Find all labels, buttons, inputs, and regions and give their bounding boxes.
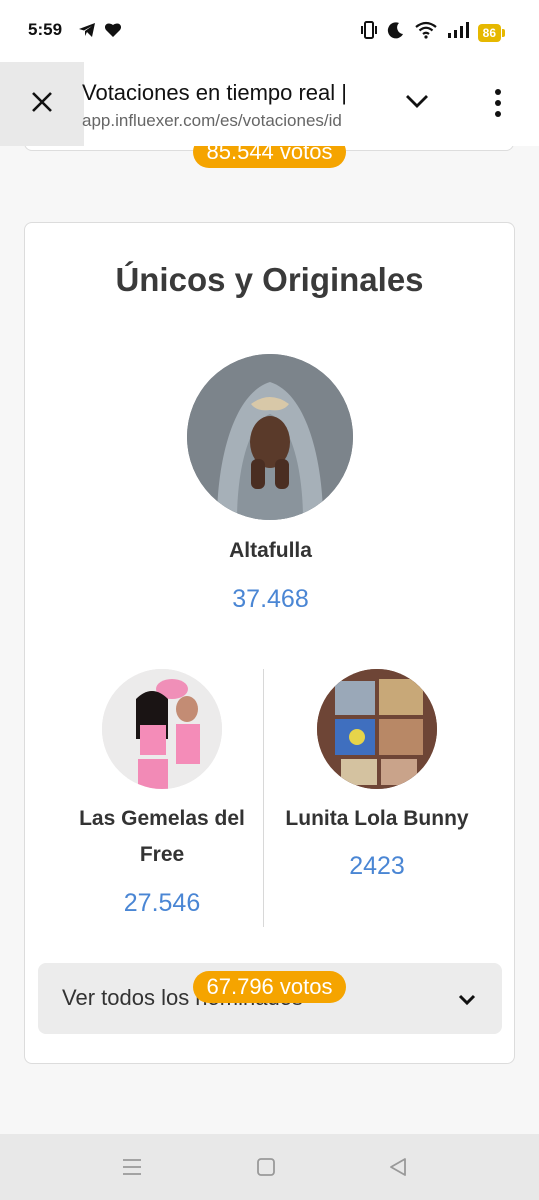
status-bar: 5:59 86 bbox=[0, 0, 539, 62]
total-votes-badge: 67.796 votos bbox=[192, 971, 347, 1003]
chevron-down-icon[interactable] bbox=[404, 92, 430, 115]
winner-avatar bbox=[187, 354, 353, 520]
page-url[interactable]: app.influexer.com/es/votaciones/id bbox=[82, 111, 378, 131]
chevron-down-icon bbox=[458, 993, 476, 1011]
system-icons: 86 bbox=[360, 20, 506, 45]
runner-up-2-name: Lunita Lola Bunny bbox=[285, 807, 469, 830]
runner-up-2-photo bbox=[317, 669, 437, 789]
wifi-icon bbox=[414, 21, 438, 44]
notification-icons bbox=[78, 21, 122, 44]
system-navigation-bar bbox=[0, 1134, 539, 1200]
runner-up-1-avatar bbox=[102, 669, 222, 789]
winner-votes: 37.468 bbox=[232, 585, 309, 613]
winner-name: Altafulla bbox=[229, 539, 312, 562]
runner-up-1-name: Las Gemelas del Free bbox=[79, 807, 245, 866]
more-options-icon[interactable] bbox=[490, 88, 506, 123]
vibrate-icon bbox=[360, 20, 378, 45]
heart-icon bbox=[104, 21, 122, 44]
moon-icon bbox=[387, 21, 405, 44]
close-icon bbox=[30, 90, 54, 119]
status-time: 5:59 bbox=[28, 20, 63, 39]
battery-icon: 86 bbox=[477, 23, 506, 42]
category-card: Únicos y Originales Altafulla 37.468 Las… bbox=[24, 222, 515, 1064]
previous-votes-badge: 85.544 votos bbox=[192, 146, 347, 168]
telegram-icon bbox=[78, 21, 96, 44]
runner-up-1-votes: 27.546 bbox=[123, 889, 201, 917]
nominee-divider bbox=[263, 669, 264, 927]
close-tab-button[interactable] bbox=[0, 62, 84, 146]
winner-photo bbox=[187, 354, 353, 520]
page-content: 85.544 votos Únicos y Originales Altaful… bbox=[0, 146, 539, 1134]
custom-tab-toolbar: Votaciones en tiempo real | app.influexe… bbox=[0, 62, 539, 146]
menu-icon[interactable] bbox=[121, 1156, 143, 1183]
page-title: Votaciones en tiempo real | bbox=[82, 80, 347, 105]
runner-up-2-avatar bbox=[317, 669, 437, 789]
back-icon[interactable] bbox=[387, 1156, 409, 1183]
home-icon[interactable] bbox=[255, 1156, 277, 1183]
runner-up-2-votes: 2423 bbox=[349, 852, 405, 880]
signal-icon bbox=[447, 21, 469, 44]
category-title: Únicos y Originales bbox=[115, 261, 424, 298]
runner-up-1-photo bbox=[102, 669, 222, 789]
